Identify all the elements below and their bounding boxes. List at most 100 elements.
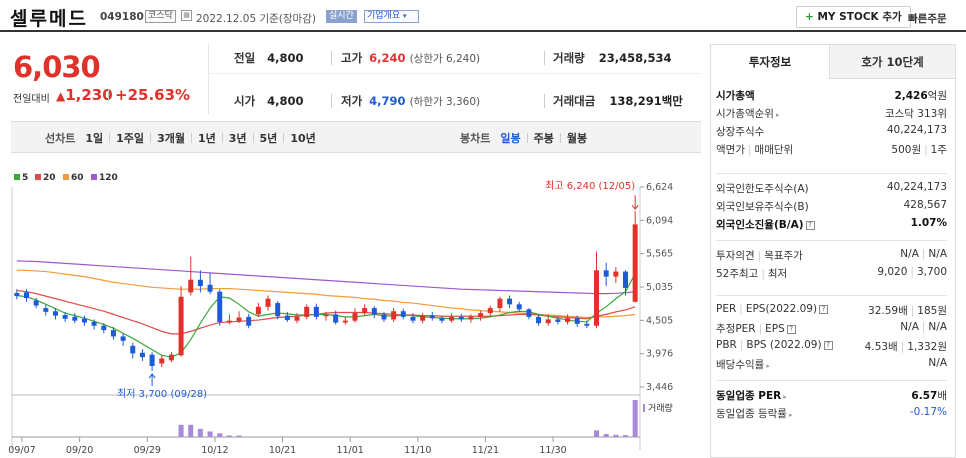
open-price: 시가 4,800 — [234, 94, 304, 108]
candle-chart-label: 봉차트 — [460, 132, 491, 145]
candle-body — [101, 325, 107, 331]
candle-body — [313, 306, 319, 317]
header-divider — [0, 30, 966, 32]
legend-swatch — [643, 404, 645, 412]
info-key: 외국인보유주식수(B) — [716, 201, 809, 213]
divider — [221, 133, 223, 143]
legend-label: 20 — [43, 173, 56, 183]
my-stock-button[interactable]: + MY STOCK 추가 — [796, 6, 911, 28]
realtime-badge[interactable]: 실시간 — [326, 10, 357, 23]
x-tick-label: 09/07 — [8, 445, 35, 456]
chevron-right-icon: ▸ — [788, 411, 793, 419]
period-3[interactable]: 1년 — [198, 130, 216, 146]
tab-order-book[interactable]: 호가 10단계 — [829, 45, 955, 79]
info-key: 동일업종 등락률 — [716, 408, 787, 420]
candle-body — [43, 308, 49, 312]
candle-period-2[interactable]: 월봉 — [567, 130, 587, 146]
candle-body — [284, 315, 290, 321]
candle-body — [207, 284, 213, 292]
candle-chart-periods: 봉차트 일봉 주봉 월봉 — [460, 130, 587, 146]
candle-body — [255, 306, 261, 315]
market-badge: 코스닥 — [145, 10, 176, 23]
info-row: PBR | BPS (2022.09)? 4.53배 | 1,332원 — [716, 339, 947, 353]
candle-body — [439, 318, 445, 321]
divider — [331, 94, 332, 108]
line-chart-periods: 선차트 1일 1주일 3개월 1년 3년 5년 10년 — [45, 130, 316, 146]
plus-icon: + — [805, 11, 814, 23]
tab-investment-info[interactable]: 투자정보 — [711, 45, 829, 79]
x-tick-label: 09/29 — [134, 445, 161, 456]
low-price: 저가 4,790 (하한가 3,360) — [341, 94, 481, 108]
info-key: 배당수익률 — [716, 359, 765, 371]
candle-body — [342, 320, 348, 323]
volume-bar — [236, 435, 242, 437]
help-icon: ? — [819, 304, 829, 314]
candle-body — [371, 308, 377, 315]
info-value: 6.57 — [911, 390, 938, 402]
info-value2: N/A — [928, 248, 947, 260]
info-value2: 3,700 — [916, 266, 947, 278]
period-4[interactable]: 3년 — [229, 130, 247, 146]
volume-bar — [217, 433, 223, 437]
candle-body — [246, 316, 252, 326]
candle-body — [217, 291, 223, 322]
candle-body — [139, 352, 145, 358]
info-key: 동일업종 PER — [716, 390, 782, 402]
y-tick-label: 4,505 — [646, 315, 673, 326]
up-arrow-icon: ▲ — [56, 89, 66, 103]
candle-body — [574, 318, 580, 324]
volume-bar — [603, 434, 609, 437]
info-key: 52주최고 — [716, 268, 759, 280]
candle-body — [603, 270, 609, 277]
chevron-down-icon: ▾ — [403, 12, 407, 20]
chevron-right-icon: ▸ — [775, 111, 780, 119]
info-row: 추정PER | EPS? N/A | N/A — [716, 321, 947, 335]
high-price: 고가 6,240 (상한가 6,240) — [341, 51, 481, 65]
period-1[interactable]: 1주일 — [116, 130, 144, 146]
info-value: 40,224,173 — [886, 124, 947, 136]
candle-body — [265, 298, 271, 307]
period-6[interactable]: 10년 — [290, 130, 315, 146]
candle-body — [81, 318, 87, 323]
candle-body — [23, 292, 29, 299]
candle-body — [130, 345, 136, 354]
quick-order-link[interactable]: 빠른주문 — [908, 11, 947, 26]
candle-body — [120, 336, 126, 341]
divider — [108, 89, 109, 101]
period-2[interactable]: 3개월 — [157, 130, 185, 146]
chevron-right-icon: ▸ — [766, 362, 770, 370]
candle-body — [555, 319, 561, 322]
divider — [190, 133, 192, 143]
period-0[interactable]: 1일 — [85, 130, 103, 146]
y-tick-label: 3,446 — [646, 382, 673, 393]
info-value: 2,426 — [894, 90, 928, 102]
candle-body — [149, 354, 155, 366]
date-text: 2022.12.05 기준(장마감) — [196, 13, 316, 25]
company-info-dropdown[interactable]: 기업개요 ▾ — [364, 10, 419, 23]
info-key: 시가총액순위 — [716, 108, 774, 120]
candle-body — [478, 313, 484, 317]
candle-body — [14, 292, 20, 297]
period-5[interactable]: 5년 — [260, 130, 278, 146]
divider — [331, 51, 332, 65]
info-key: 시가총액 — [716, 90, 755, 102]
candle-body — [410, 316, 416, 321]
divider — [716, 295, 947, 296]
info-value2: 1주 — [930, 144, 947, 156]
info-unit: 배 — [937, 390, 947, 402]
stock-chart[interactable]: 5 20 60 120 6,624 6,094 5,565 5,035 4,505 3,976 3,… — [0, 165, 702, 458]
info-value: 9,020 — [877, 266, 908, 278]
info-value: N/A — [900, 248, 919, 260]
candle-period-0[interactable]: 일봉 — [500, 130, 520, 146]
help-icon: ? — [786, 324, 796, 334]
change-value: ▲1,230 — [56, 86, 113, 104]
my-stock-label: MY STOCK 추가 — [817, 11, 902, 23]
volume-bar — [178, 424, 184, 437]
info-row: 동일업종 PER ▸ 6.57배 — [716, 388, 947, 403]
candle-period-1[interactable]: 주봉 — [534, 130, 554, 146]
candle-body — [420, 315, 426, 321]
info-value: 500원 — [891, 144, 922, 156]
x-tick-label: 09/20 — [66, 445, 93, 456]
info-key: 상장주식수 — [716, 126, 765, 138]
divider — [544, 94, 545, 108]
